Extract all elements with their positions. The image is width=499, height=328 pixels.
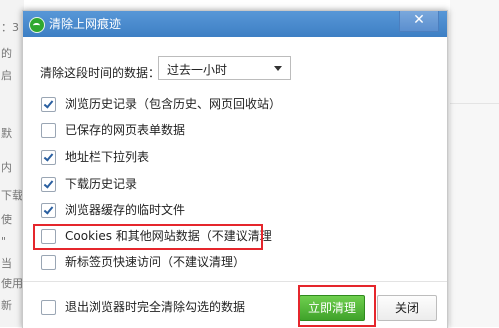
clear-browsing-data-dialog: 清除上网痕迹 ✕ 清除这段时间的数据： 过去一小时 浏览历史记录（包含历史、网页… <box>22 10 448 328</box>
background-text: " <box>1 235 7 248</box>
option-label: 退出浏览器时完全清除勾选的数据 <box>65 300 246 314</box>
clean-button-highlight-box <box>298 285 376 327</box>
background-text: 新 <box>1 299 12 312</box>
option-label: 新标签页快速访问（不建议清理） <box>65 255 246 269</box>
browser-logo-icon <box>29 17 45 33</box>
background-text: 使用 <box>1 277 23 290</box>
background-text: 当 <box>1 257 12 270</box>
time-range-label: 清除这段时间的数据： <box>40 66 161 80</box>
background-text: 启 <box>1 69 12 82</box>
cookies-highlight-box <box>33 224 263 250</box>
chevron-down-icon <box>274 66 282 71</box>
checkbox-new-tab-quick-access[interactable] <box>41 255 56 270</box>
option-label: 地址栏下拉列表 <box>65 150 150 164</box>
close-button[interactable]: 关闭 <box>377 295 437 321</box>
checkbox-browsing-history[interactable] <box>41 97 56 112</box>
dialog-title: 清除上网痕迹 <box>49 17 122 31</box>
checkbox-address-bar-list[interactable] <box>41 150 56 165</box>
option-label: 浏览器缓存的临时文件 <box>65 203 186 217</box>
time-range-select[interactable]: 过去一小时 <box>158 56 291 80</box>
background-right-strip <box>450 0 499 327</box>
close-window-button[interactable]: ✕ <box>399 11 439 32</box>
option-label: 已保存的网页表单数据 <box>65 123 186 137</box>
checkbox-clear-on-exit[interactable] <box>41 300 56 315</box>
close-icon: ✕ <box>413 12 425 28</box>
background-text: 默 <box>1 127 12 140</box>
background-text: 内 <box>1 161 12 174</box>
background-text: ：3 <box>1 21 19 34</box>
background-text: 下载 <box>1 189 23 202</box>
time-range-value: 过去一小时 <box>167 63 228 77</box>
background-text: 使 <box>1 213 12 226</box>
checkbox-cache-files[interactable] <box>41 203 56 218</box>
background-divider <box>450 103 499 104</box>
checkbox-form-data[interactable] <box>41 123 56 138</box>
footer-divider <box>23 281 447 282</box>
dialog-titlebar[interactable]: 清除上网痕迹 ✕ <box>23 11 447 37</box>
option-label: 下载历史记录 <box>65 177 138 191</box>
checkbox-download-history[interactable] <box>41 177 56 192</box>
background-text: 的 <box>1 47 12 60</box>
option-label: 浏览历史记录（包含历史、网页回收站） <box>65 97 282 111</box>
